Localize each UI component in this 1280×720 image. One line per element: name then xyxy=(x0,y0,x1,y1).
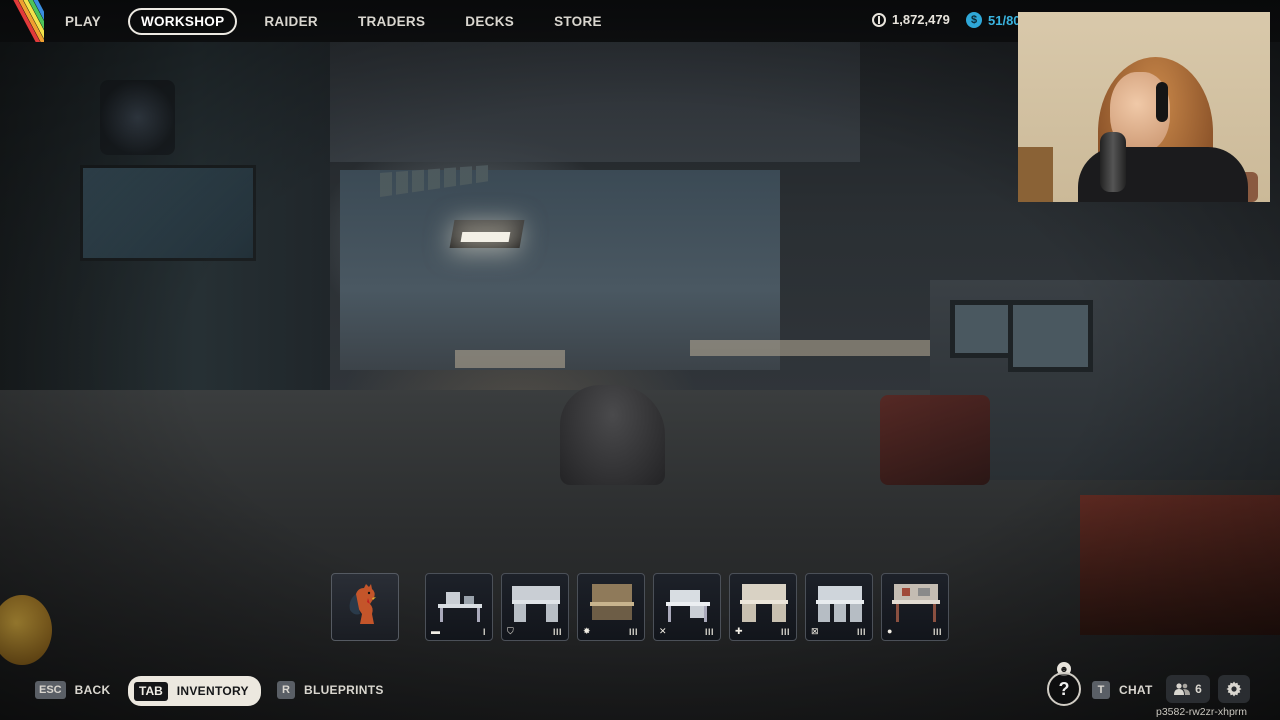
chat-label: CHAT xyxy=(1119,683,1153,697)
nav-workshop[interactable]: WORKSHOP xyxy=(127,8,238,35)
back-label: BACK xyxy=(74,683,111,697)
creds-icon: $ xyxy=(966,12,982,28)
workbench-image xyxy=(512,586,560,622)
inventory-label: INVENTORY xyxy=(176,684,249,698)
help-button[interactable]: ? xyxy=(1047,672,1081,706)
webcam-door xyxy=(1018,147,1053,202)
workbench-image xyxy=(892,584,940,622)
back-button[interactable]: ESC BACK xyxy=(35,680,111,700)
explosive-icon: ✸ xyxy=(583,626,591,636)
nav-store[interactable]: STORE xyxy=(541,8,615,35)
slot-level: III xyxy=(552,627,562,637)
creds-balance: $ 51/80 xyxy=(966,12,1021,28)
inventory-button[interactable]: TAB INVENTORY xyxy=(128,676,261,706)
workbench-image xyxy=(666,590,710,622)
slot-workbench-2[interactable]: ⛉ III xyxy=(501,573,569,641)
blueprints-button[interactable]: R BLUEPRINTS xyxy=(277,680,384,700)
t-key: T xyxy=(1092,681,1110,699)
coins-balance: 1,872,479 xyxy=(872,12,950,27)
nav-play[interactable]: PLAY xyxy=(52,8,114,35)
slot-workbench-7[interactable]: ● III xyxy=(881,573,949,641)
slot-workbench-4[interactable]: ✕ III xyxy=(653,573,721,641)
blueprints-label: BLUEPRINTS xyxy=(304,683,384,697)
headset xyxy=(1156,82,1168,122)
slot-level: III xyxy=(780,627,790,637)
gear-icon xyxy=(1226,681,1242,697)
friends-count: 6 xyxy=(1195,682,1202,696)
session-id: p3582-rw2zr-xhprm xyxy=(1156,706,1248,718)
friends-button[interactable]: 6 xyxy=(1166,675,1210,703)
r-key: R xyxy=(277,681,295,699)
esc-key: ESC xyxy=(35,681,66,699)
slot-workbench-5[interactable]: ✚ III xyxy=(729,573,797,641)
slot-level: III xyxy=(704,627,714,637)
crossed-tools-icon: ✕ xyxy=(659,626,667,636)
chat-button[interactable]: T CHAT xyxy=(1092,680,1153,700)
rooster-image xyxy=(349,584,376,624)
slot-workbench-6[interactable]: ⊠ III xyxy=(805,573,873,641)
slot-level: III xyxy=(856,627,866,637)
slot-level: III xyxy=(628,627,638,637)
bed-icon: ▬ xyxy=(431,626,440,636)
coins-value: 1,872,479 xyxy=(892,12,950,27)
nav-traders[interactable]: TRADERS xyxy=(345,8,438,35)
settings-button[interactable] xyxy=(1218,675,1250,703)
medical-cross-icon: ✚ xyxy=(735,626,743,636)
slot-workbench-1[interactable]: ▬ I xyxy=(425,573,493,641)
main-nav: PLAY WORKSHOP RAIDER TRADERS DECKS STORE xyxy=(52,8,615,35)
microphone xyxy=(1100,132,1126,192)
nav-decks[interactable]: DECKS xyxy=(452,8,527,35)
workbench-image xyxy=(816,586,864,622)
slot-rooster[interactable] xyxy=(331,573,399,641)
shield-icon: ⛉ xyxy=(507,626,514,636)
slot-level: III xyxy=(932,627,942,637)
friends-icon xyxy=(1174,683,1191,695)
webcam-overlay xyxy=(1018,12,1270,202)
game-logo xyxy=(0,0,44,42)
coin-icon xyxy=(872,12,886,27)
nav-raider[interactable]: RAIDER xyxy=(251,8,331,35)
creds-value: 51/80 xyxy=(988,12,1021,28)
tab-key: TAB xyxy=(134,681,168,701)
slot-level: I xyxy=(482,627,486,637)
utility-icon: ⊠ xyxy=(811,626,819,636)
workbench-image xyxy=(590,584,634,620)
slot-workbench-3[interactable]: ✸ III xyxy=(577,573,645,641)
workbench-image xyxy=(438,592,482,622)
seed-icon: ● xyxy=(887,626,893,636)
workbench-image xyxy=(740,584,788,622)
